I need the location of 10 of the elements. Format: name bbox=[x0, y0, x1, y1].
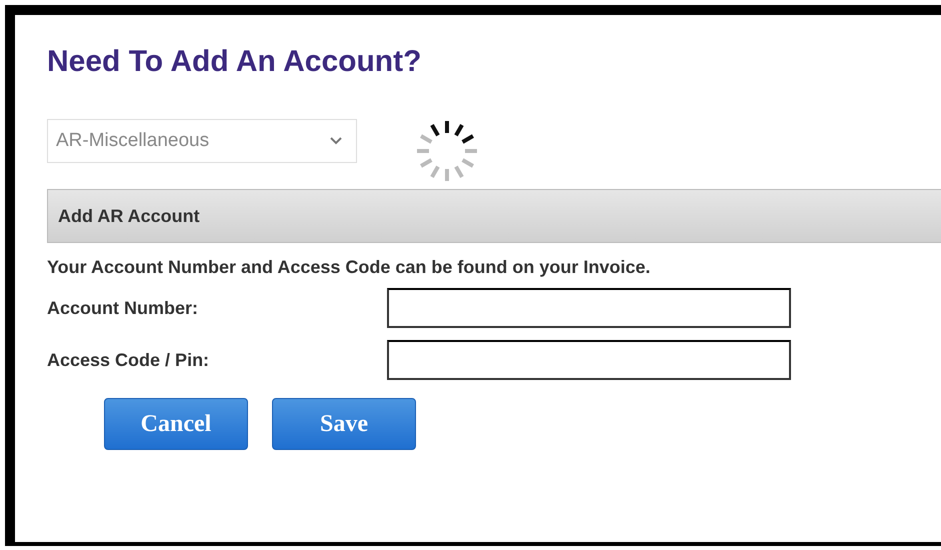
page-title: Need To Add An Account? bbox=[47, 45, 422, 79]
input-field[interactable] bbox=[387, 288, 791, 328]
instruction-text: Your Account Number and Access Code can be found on your Invoice. bbox=[47, 257, 652, 278]
field-label: Account Number: bbox=[47, 298, 200, 318]
save-button[interactable]: Save bbox=[272, 398, 416, 450]
chevron-down-icon bbox=[330, 137, 342, 145]
input-field[interactable] bbox=[387, 340, 791, 380]
section-title: Add AR Account bbox=[58, 206, 200, 226]
cancel-button[interactable]: Cancel bbox=[104, 398, 248, 450]
field-label: Access Code / Pin: bbox=[47, 350, 210, 370]
